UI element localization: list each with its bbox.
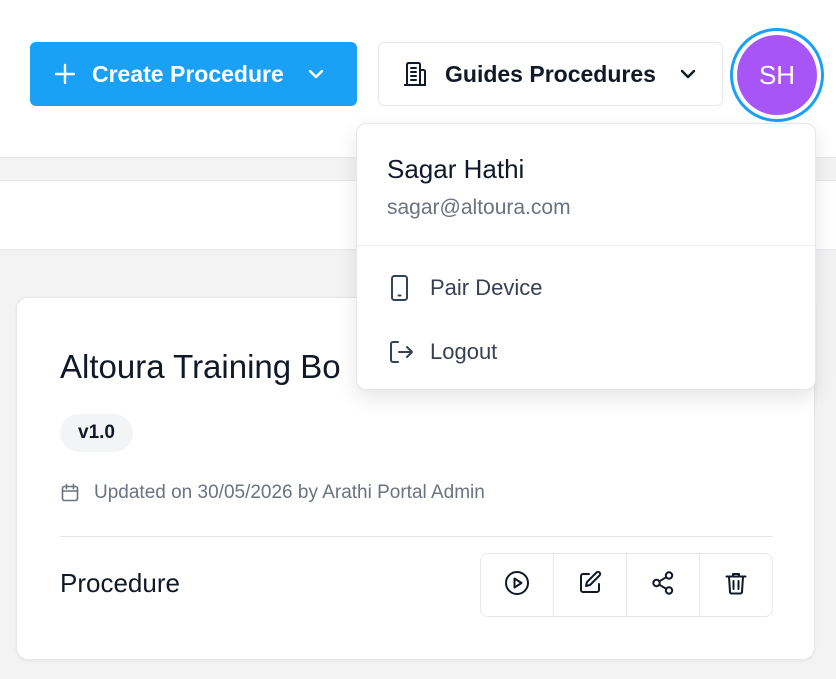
delete-button[interactable] — [700, 554, 772, 616]
updated-text: Updated on 30/05/2026 by Arathi Portal A… — [94, 482, 485, 503]
guides-procedures-button[interactable]: Guides Procedures — [378, 42, 723, 106]
play-button[interactable] — [481, 554, 554, 616]
phone-icon — [387, 274, 415, 302]
edit-icon — [576, 569, 604, 602]
play-icon — [503, 569, 531, 602]
chevron-down-icon — [306, 64, 326, 84]
building-icon — [401, 60, 429, 88]
card-divider — [60, 536, 773, 537]
create-procedure-button[interactable]: Create Procedure — [30, 42, 357, 106]
share-button[interactable] — [627, 554, 700, 616]
logout-label: Logout — [430, 339, 498, 364]
updated-info: Updated on 30/05/2026 by Arathi Portal A… — [60, 482, 485, 504]
guides-procedures-label: Guides Procedures — [445, 60, 656, 87]
trash-icon — [722, 569, 750, 602]
calendar-icon — [60, 483, 80, 503]
logout-menu-item[interactable]: Logout — [387, 332, 497, 372]
avatar: SH — [737, 35, 817, 115]
user-email: sagar@altoura.com — [387, 196, 571, 219]
version-badge: v1.0 — [60, 414, 133, 452]
plus-icon — [54, 63, 76, 85]
pair-device-menu-item[interactable]: Pair Device — [387, 268, 542, 308]
procedure-type-label: Procedure — [60, 568, 180, 598]
user-menu-dropdown: Sagar Hathi sagar@altoura.com Pair Devic… — [356, 123, 816, 390]
menu-divider — [357, 245, 815, 246]
share-icon — [649, 569, 677, 602]
create-procedure-label: Create Procedure — [92, 60, 284, 87]
user-avatar-button[interactable]: SH — [730, 28, 824, 122]
chevron-down-icon — [678, 64, 698, 84]
logout-icon — [387, 338, 415, 366]
procedure-title: Altoura Training Bo — [60, 348, 341, 385]
pair-device-label: Pair Device — [430, 275, 543, 300]
user-name: Sagar Hathi — [387, 154, 525, 184]
card-actions — [480, 553, 773, 617]
edit-button[interactable] — [554, 554, 627, 616]
